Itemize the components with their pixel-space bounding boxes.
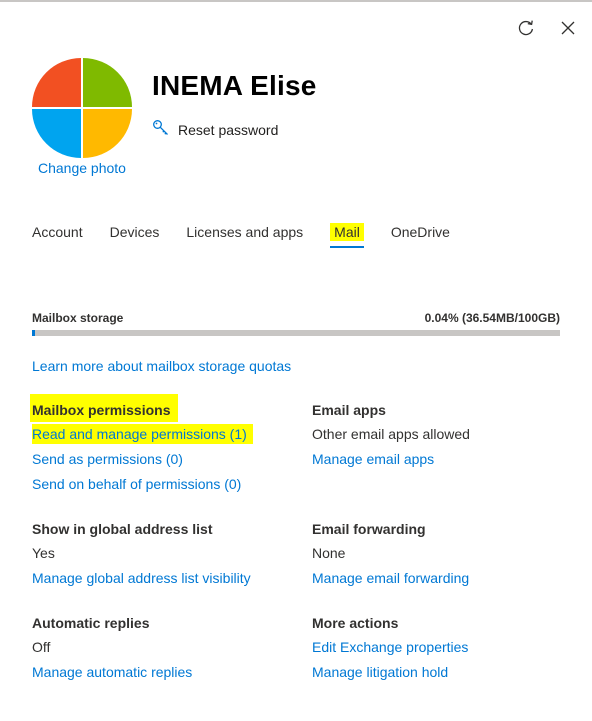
read-manage-permissions-link[interactable]: Read and manage permissions (1) [32,424,253,444]
tab-label: OneDrive [390,224,450,240]
tab-account[interactable]: Account [32,224,83,248]
tab-bar: Account Devices Licenses and apps Mail O… [32,223,477,248]
email-apps-heading: Email apps [312,402,386,418]
tab-mail[interactable]: Mail [330,223,364,248]
more-actions-section: More actions Edit Exchange properties Ma… [312,615,468,690]
manage-email-apps-link[interactable]: Manage email apps [312,451,434,467]
learn-more-storage-link[interactable]: Learn more about mailbox storage quotas [32,358,291,374]
mailbox-permissions-section: Mailbox permissions Read and manage perm… [30,394,253,502]
manage-automatic-replies-link[interactable]: Manage automatic replies [32,664,192,680]
more-actions-heading: More actions [312,615,399,631]
global-address-heading: Show in global address list [32,521,213,537]
user-display-name: INEMA Elise [152,70,317,101]
manage-litigation-hold-link[interactable]: Manage litigation hold [312,664,448,680]
email-apps-status: Other email apps allowed [312,426,470,442]
automatic-replies-heading: Automatic replies [32,615,150,631]
email-forwarding-section: Email forwarding None Manage email forwa… [312,521,469,596]
avatar-quadrant-green [83,58,132,107]
mailbox-permissions-heading: Mailbox permissions [30,394,179,422]
change-photo-link[interactable]: Change photo [38,160,126,176]
mailbox-storage-fill [32,330,35,336]
reset-password-label: Reset password [178,121,279,138]
tab-label: Mail [330,223,364,241]
avatar[interactable] [32,58,132,158]
send-as-permissions-link[interactable]: Send as permissions (0) [32,451,183,467]
key-icon [152,119,170,140]
automatic-replies-status: Off [32,639,51,655]
tab-label: Devices [109,224,160,240]
tab-devices[interactable]: Devices [110,224,160,248]
tab-onedrive[interactable]: OneDrive [391,224,450,248]
panel-actions [516,18,578,38]
tab-licenses-and-apps[interactable]: Licenses and apps [186,224,303,248]
email-forwarding-heading: Email forwarding [312,521,426,537]
edit-exchange-properties-link[interactable]: Edit Exchange properties [312,639,468,655]
avatar-quadrant-red [32,58,81,107]
manage-email-forwarding-link[interactable]: Manage email forwarding [312,570,469,586]
tab-label: Licenses and apps [186,224,304,240]
send-on-behalf-permissions-link[interactable]: Send on behalf of permissions (0) [32,476,241,492]
avatar-quadrant-yellow [83,109,132,158]
automatic-replies-section: Automatic replies Off Manage automatic r… [32,615,192,690]
mailbox-storage-value: 0.04% (36.54MB/100GB) [424,311,560,325]
mailbox-storage-bar [32,330,560,336]
mailbox-storage-label: Mailbox storage [32,311,124,325]
manage-global-address-link[interactable]: Manage global address list visibility [32,570,251,586]
global-address-section: Show in global address list Yes Manage g… [32,521,251,596]
tab-label: Account [32,224,83,240]
refresh-icon[interactable] [516,18,536,38]
global-address-status: Yes [32,545,55,561]
email-apps-section: Email apps Other email apps allowed Mana… [312,402,470,477]
email-forwarding-status: None [312,545,346,561]
close-icon[interactable] [558,18,578,38]
user-details-panel: Change photo INEMA Elise Reset password … [0,0,592,721]
avatar-quadrant-blue [32,109,81,158]
reset-password-button[interactable]: Reset password [152,119,278,140]
